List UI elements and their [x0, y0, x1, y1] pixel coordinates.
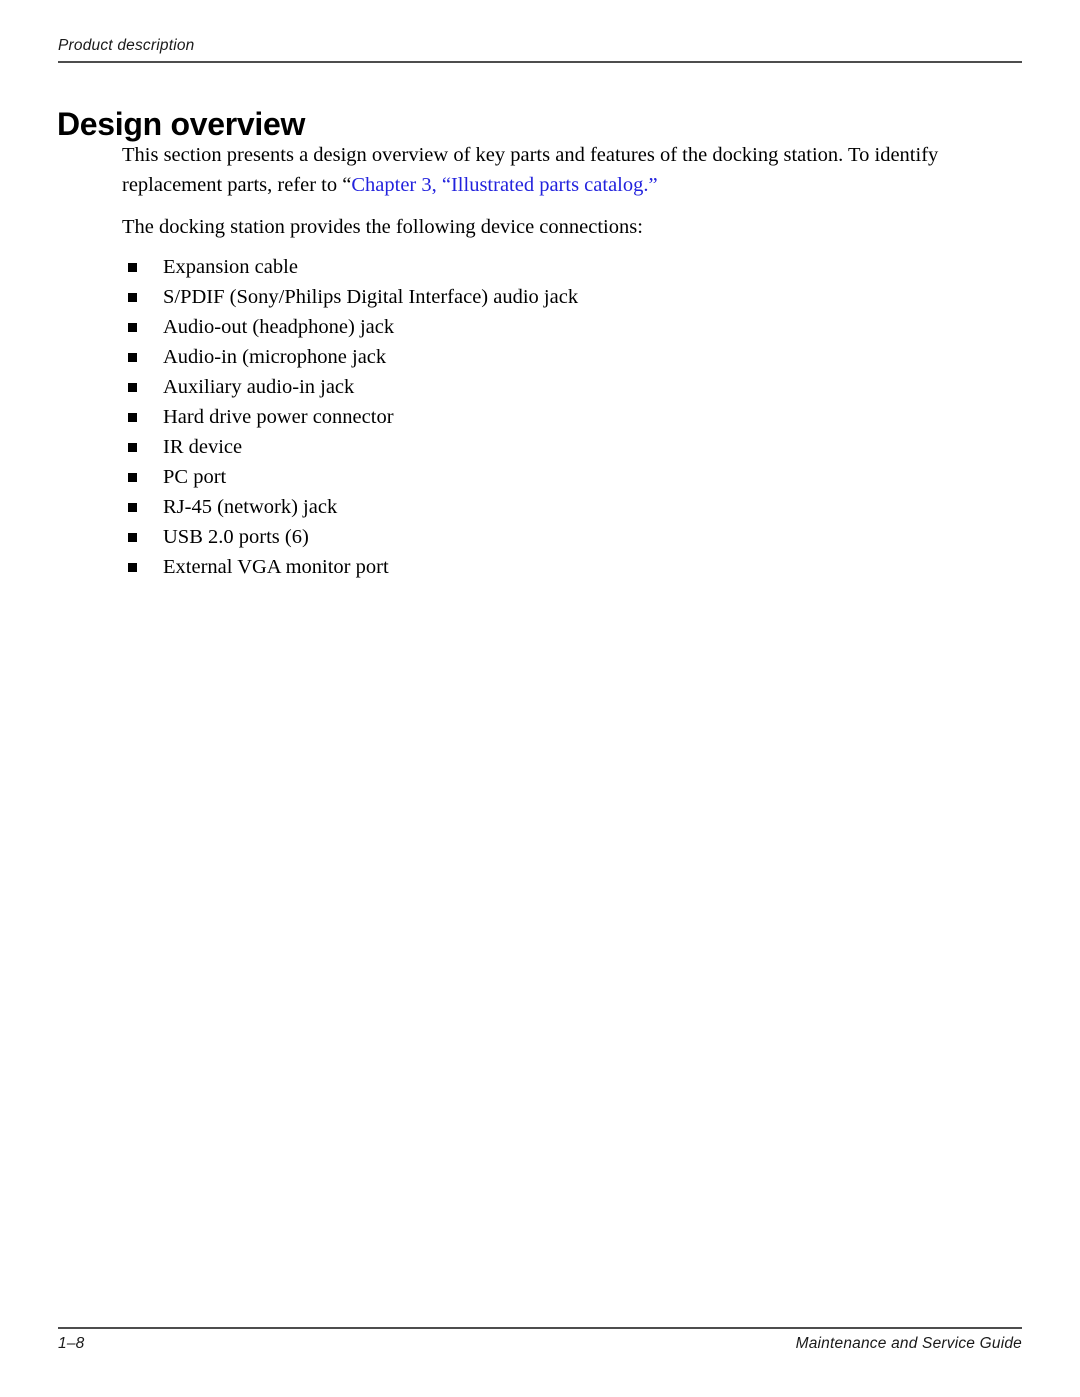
list-item: Audio-out (headphone) jack: [128, 312, 1008, 342]
page-number: 1–8: [58, 1335, 85, 1352]
list-item-label: Expansion cable: [163, 256, 298, 278]
list-item: Expansion cable: [128, 252, 1008, 282]
square-bullet-icon: [128, 383, 137, 392]
device-connections-list: Expansion cable S/PDIF (Sony/Philips Dig…: [122, 252, 1008, 582]
header-divider: [58, 61, 1022, 63]
list-item-label: S/PDIF (Sony/Philips Digital Interface) …: [163, 286, 579, 308]
page-footer: 1–8 Maintenance and Service Guide: [58, 1334, 1022, 1354]
list-item: Auxiliary audio-in jack: [128, 372, 1008, 402]
list-item-label: External VGA monitor port: [163, 556, 389, 578]
list-item-label: RJ-45 (network) jack: [163, 496, 338, 518]
square-bullet-icon: [128, 473, 137, 482]
page-header: Product description: [58, 36, 1022, 55]
list-lead-in-paragraph: The docking station provides the followi…: [122, 216, 643, 238]
square-bullet-icon: [128, 293, 137, 302]
square-bullet-icon: [128, 563, 137, 572]
list-item: RJ-45 (network) jack: [128, 492, 1008, 522]
list-item: PC port: [128, 462, 1008, 492]
square-bullet-icon: [128, 353, 137, 362]
footer-divider: [58, 1327, 1022, 1329]
list-item: S/PDIF (Sony/Philips Digital Interface) …: [128, 282, 1008, 312]
list-item-label: Audio-in (microphone jack: [163, 346, 387, 368]
list-item-label: PC port: [163, 466, 227, 488]
running-head: Product description: [58, 37, 195, 54]
list-item-label: Audio-out (headphone) jack: [163, 316, 395, 338]
square-bullet-icon: [128, 443, 137, 452]
list-item-label: USB 2.0 ports (6): [163, 526, 309, 548]
list-item-label: Auxiliary audio-in jack: [163, 376, 355, 398]
list-item: Audio-in (microphone jack: [128, 342, 1008, 372]
square-bullet-icon: [128, 413, 137, 422]
guide-title: Maintenance and Service Guide: [795, 1335, 1022, 1352]
list-item: External VGA monitor port: [128, 552, 1008, 582]
page-content: This section presents a design overview …: [122, 140, 1008, 582]
illustrated-parts-catalog-link[interactable]: Chapter 3, “Illustrated parts catalog.”: [351, 174, 657, 196]
list-item: Hard drive power connector: [128, 402, 1008, 432]
square-bullet-icon: [128, 263, 137, 272]
square-bullet-icon: [128, 503, 137, 512]
list-item: USB 2.0 ports (6): [128, 522, 1008, 552]
intro-paragraph: This section presents a design overview …: [122, 140, 1008, 200]
document-page: Product description Design overview This…: [0, 0, 1080, 1397]
list-item: IR device: [128, 432, 1008, 462]
square-bullet-icon: [128, 323, 137, 332]
page-title: Design overview: [57, 106, 306, 143]
square-bullet-icon: [128, 533, 137, 542]
list-item-label: Hard drive power connector: [163, 406, 394, 428]
list-item-label: IR device: [163, 436, 243, 458]
